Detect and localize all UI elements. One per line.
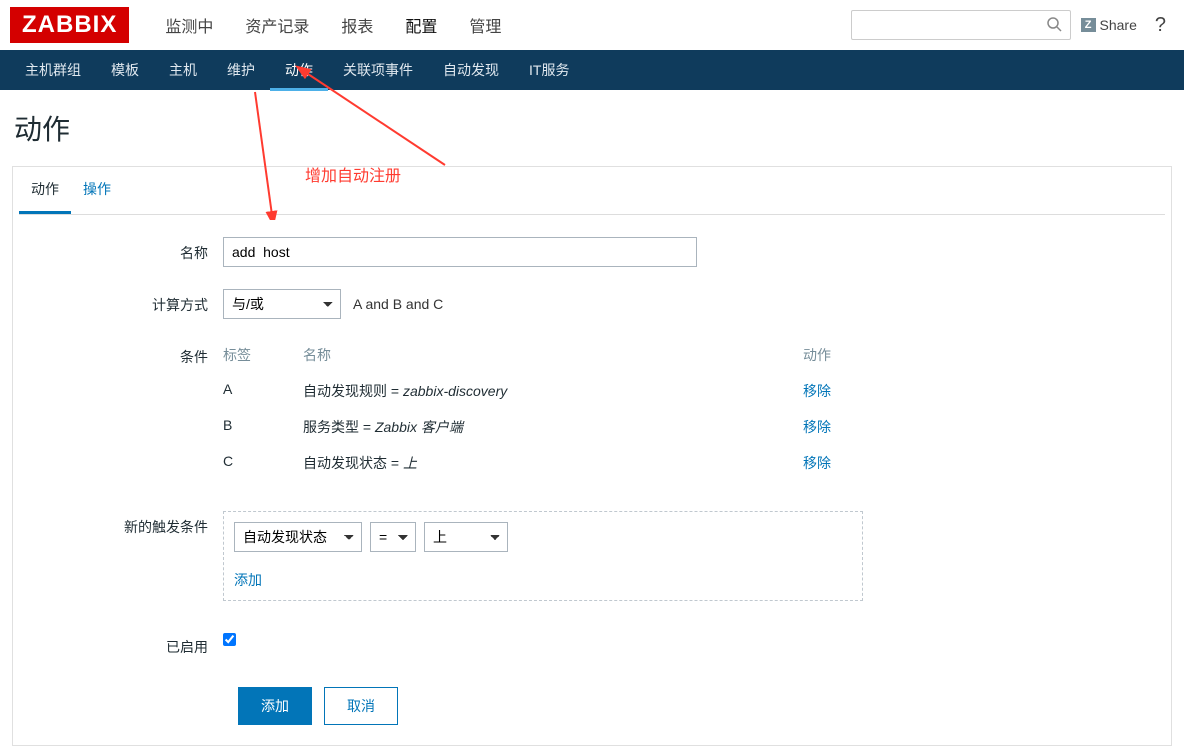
row-calc: 计算方式 与/或 A and B and C: [13, 289, 1171, 319]
row-name: 名称: [13, 237, 1171, 267]
name-label: 名称: [13, 237, 223, 263]
help-button[interactable]: ?: [1155, 14, 1166, 37]
cond-tag: A: [223, 381, 303, 401]
subnav-itservices[interactable]: IT服务: [514, 50, 584, 90]
remove-link[interactable]: 移除: [803, 419, 831, 435]
newcond-value-select[interactable]: 上: [424, 522, 508, 552]
nav-inventory[interactable]: 资产记录: [229, 1, 325, 49]
share-button[interactable]: Z Share: [1081, 17, 1137, 33]
content-box: 动作 操作 名称 计算方式 与/或 A and B and C 条件 标签 名称…: [12, 166, 1172, 746]
cond-name: 自动发现状态 = 上: [303, 453, 803, 473]
cond-name: 服务类型 = Zabbix 客户端: [303, 417, 803, 437]
enabled-checkbox[interactable]: [223, 633, 236, 646]
logo: ZABBIX: [10, 7, 129, 43]
tab-action[interactable]: 动作: [19, 167, 71, 214]
add-button[interactable]: 添加: [238, 687, 312, 725]
newcond-field-select[interactable]: 自动发现状态: [234, 522, 362, 552]
table-row: A 自动发现规则 = zabbix-discovery 移除: [223, 373, 863, 409]
nav-monitoring[interactable]: 监测中: [149, 1, 229, 49]
search-icon: [1046, 16, 1062, 35]
nav-administration[interactable]: 管理: [453, 1, 517, 49]
buttons: 添加 取消: [238, 687, 1171, 725]
remove-link[interactable]: 移除: [803, 383, 831, 399]
subnav-hostgroups[interactable]: 主机群组: [10, 50, 96, 90]
sub-nav: 主机群组 模板 主机 维护 动作 关联项事件 自动发现 IT服务: [0, 50, 1184, 90]
search-input[interactable]: [851, 10, 1071, 40]
conditions-table: 标签 名称 动作 A 自动发现规则 = zabbix-discovery 移除 …: [223, 341, 863, 481]
subnav-templates[interactable]: 模板: [96, 50, 154, 90]
newcond-op-select[interactable]: =: [370, 522, 416, 552]
newcond-area: 自动发现状态 = 上 添加: [223, 511, 863, 601]
remove-link[interactable]: 移除: [803, 455, 831, 471]
row-conditions: 条件 标签 名称 动作 A 自动发现规则 = zabbix-discovery …: [13, 341, 1171, 481]
page-title: 动作: [0, 90, 1184, 166]
share-label: Share: [1100, 17, 1137, 33]
table-row: C 自动发现状态 = 上 移除: [223, 445, 863, 481]
enabled-label: 已启用: [13, 631, 223, 657]
header: ZABBIX 监测中 资产记录 报表 配置 管理 Z Share ?: [0, 0, 1184, 50]
nav-reports[interactable]: 报表: [325, 1, 389, 49]
cond-tag: C: [223, 453, 303, 473]
share-z-icon: Z: [1081, 18, 1096, 32]
subnav-maintenance[interactable]: 维护: [212, 50, 270, 90]
cond-header-name: 名称: [303, 345, 803, 365]
cond-name: 自动发现规则 = zabbix-discovery: [303, 381, 803, 401]
cond-label: 条件: [13, 341, 223, 367]
cond-header-action: 动作: [803, 345, 863, 365]
calc-label: 计算方式: [13, 289, 223, 315]
calc-select[interactable]: 与/或: [223, 289, 341, 319]
subnav-correlation[interactable]: 关联项事件: [328, 50, 428, 90]
row-enabled: 已启用: [13, 631, 1171, 657]
add-condition-link[interactable]: 添加: [234, 570, 262, 590]
tabs: 动作 操作: [19, 167, 1165, 215]
row-newcond: 新的触发条件 自动发现状态 = 上 添加: [13, 511, 1171, 601]
tab-operations[interactable]: 操作: [71, 167, 123, 214]
name-input[interactable]: [223, 237, 697, 267]
main-nav: 监测中 资产记录 报表 配置 管理: [149, 1, 517, 49]
calc-expression: A and B and C: [353, 296, 443, 312]
table-row: B 服务类型 = Zabbix 客户端 移除: [223, 409, 863, 445]
subnav-hosts[interactable]: 主机: [154, 50, 212, 90]
cancel-button[interactable]: 取消: [324, 687, 398, 725]
newcond-label: 新的触发条件: [13, 511, 223, 537]
header-right: Z Share ?: [851, 10, 1174, 40]
nav-configuration[interactable]: 配置: [389, 1, 453, 49]
cond-header-tag: 标签: [223, 345, 303, 365]
cond-tag: B: [223, 417, 303, 437]
subnav-actions[interactable]: 动作: [270, 50, 328, 91]
subnav-discovery[interactable]: 自动发现: [428, 50, 514, 90]
